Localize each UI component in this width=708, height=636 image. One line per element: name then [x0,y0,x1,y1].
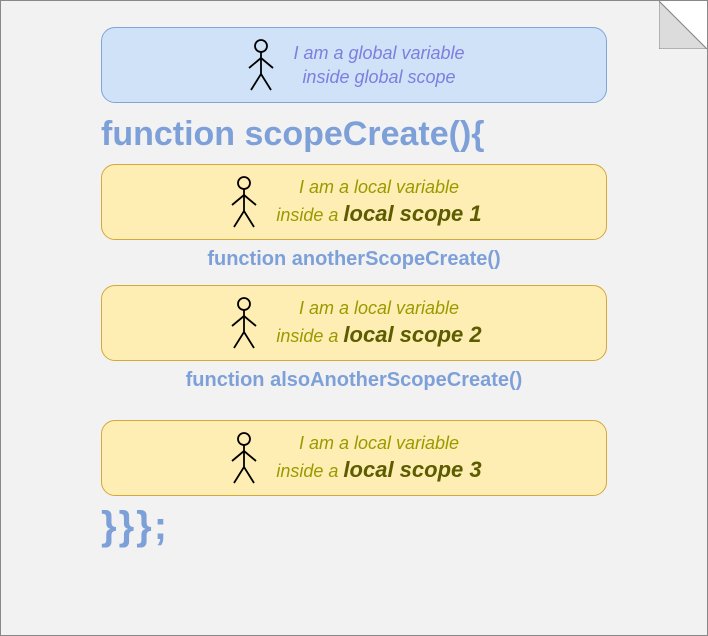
local2-line1: I am a local variable [299,298,459,318]
person-icon [226,175,262,229]
local-scope-3-box: I am a local variable inside a local sco… [101,420,607,496]
local-scope-2-text: I am a local variable inside a local sco… [276,296,481,350]
local2-prefix: inside a [276,326,343,346]
diagram-content: I am a global variable inside global sco… [1,1,707,579]
local-scope-1-box: I am a local variable inside a local sco… [101,164,607,240]
local3-em: local scope 3 [343,457,481,482]
local1-line1: I am a local variable [299,177,459,197]
person-icon [226,431,262,485]
local1-prefix: inside a [276,205,343,225]
person-icon [226,296,262,350]
person-icon [243,38,279,92]
code-inner-function-1: function anotherScopeCreate() [101,248,607,271]
global-scope-text: I am a global variable inside global sco… [293,41,464,90]
local-scope-2-box: I am a local variable inside a local sco… [101,285,607,361]
code-inner-function-2: function alsoAnotherScopeCreate() [101,369,607,392]
local3-prefix: inside a [276,461,343,481]
global-line2: inside global scope [302,67,455,87]
code-closing-braces: }}}; [101,504,607,549]
local2-em: local scope 2 [343,322,481,347]
dog-ear-icon [659,1,707,49]
local3-line1: I am a local variable [299,433,459,453]
global-line1: I am a global variable [293,43,464,63]
global-scope-box: I am a global variable inside global sco… [101,27,607,103]
spacer [101,406,607,420]
local1-em: local scope 1 [343,201,481,226]
local-scope-3-text: I am a local variable inside a local sco… [276,431,481,485]
local-scope-1-text: I am a local variable inside a local sco… [276,175,481,229]
document-page: I am a global variable inside global sco… [0,0,708,636]
code-outer-function: function scopeCreate(){ [101,115,607,154]
